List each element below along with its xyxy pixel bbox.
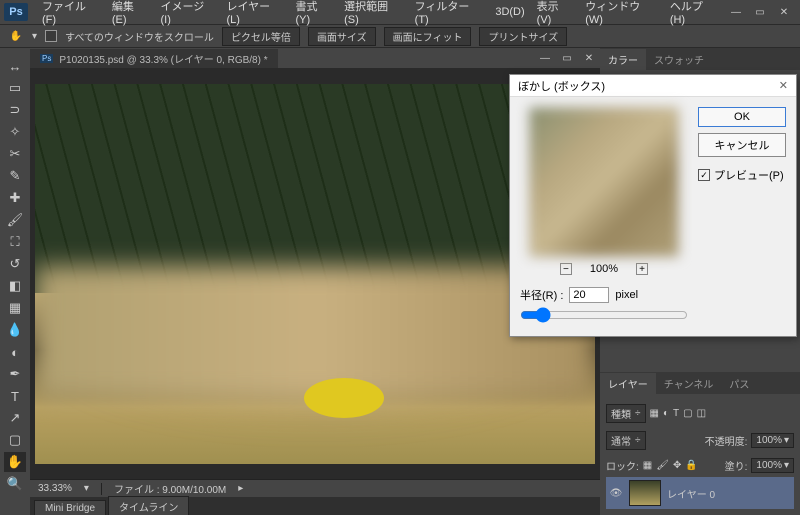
eraser-tool-icon[interactable]: ◧ (4, 276, 26, 296)
filter-shape-icon[interactable]: ▢ (683, 408, 692, 419)
channels-tab[interactable]: チャンネル (656, 373, 722, 394)
fill-field[interactable]: 100% ▾ (751, 458, 794, 473)
file-size: ファイル : 9.00M/10.00M (114, 481, 226, 496)
menu-file[interactable]: ファイル(F) (36, 0, 106, 26)
minimize-icon[interactable]: — (724, 4, 748, 20)
swatches-tab[interactable]: スウォッチ (646, 49, 712, 70)
stamp-tool-icon[interactable]: ⛶ (4, 232, 26, 252)
radius-slider[interactable] (520, 307, 688, 323)
status-bar: 33.33% ▾ ファイル : 9.00M/10.00M ▸ (30, 479, 600, 497)
box-blur-dialog: ぼかし (ボックス) ✕ − 100% + 半径(R) : pixel OK キ… (509, 74, 797, 337)
menu-image[interactable]: イメージ(I) (154, 0, 220, 26)
menu-type[interactable]: 書式(Y) (290, 0, 339, 26)
menu-view[interactable]: 表示(V) (531, 0, 580, 26)
scroll-all-checkbox[interactable] (45, 30, 57, 42)
fit-screen-button[interactable]: 画面サイズ (308, 27, 376, 46)
marquee-tool-icon[interactable]: ▭ (4, 78, 26, 98)
radius-label: 半径(R) : (520, 287, 563, 303)
menu-select[interactable]: 選択範囲(S) (338, 0, 409, 26)
options-bar: ✋ ▾ すべてのウィンドウをスクロール ピクセル等倍 画面サイズ 画面にフィット… (0, 24, 800, 48)
timeline-tab[interactable]: タイムライン (108, 496, 189, 515)
eyedropper-tool-icon[interactable]: ✎ (4, 166, 26, 186)
menu-layer[interactable]: レイヤー(L) (221, 0, 290, 26)
move-tool-icon[interactable]: ↔ (4, 56, 26, 76)
zoom-level[interactable]: 33.33% (38, 483, 72, 494)
visibility-icon[interactable]: 👁 (609, 488, 623, 499)
fill-label: 塗り: (725, 458, 748, 473)
menu-filter[interactable]: フィルター(T) (409, 0, 490, 26)
layer-name[interactable]: レイヤー 0 (667, 486, 715, 501)
menu-3d[interactable]: 3D(D) (489, 6, 530, 18)
menu-help[interactable]: ヘルプ(H) (664, 0, 724, 26)
lock-label: ロック: (606, 458, 639, 473)
gradient-tool-icon[interactable]: ▦ (4, 298, 26, 318)
hand-tool-icon[interactable]: ✋ (4, 452, 26, 472)
paths-tab[interactable]: パス (721, 373, 757, 394)
ok-button[interactable]: OK (698, 107, 786, 127)
zoom-in-icon[interactable]: + (636, 263, 648, 275)
filter-adjust-icon[interactable]: ◐ (663, 408, 669, 419)
menu-bar: Ps ファイル(F) 編集(E) イメージ(I) レイヤー(L) 書式(Y) 選… (0, 0, 800, 24)
print-size-button[interactable]: プリントサイズ (479, 27, 567, 46)
cancel-button[interactable]: キャンセル (698, 133, 786, 157)
document-title: P1020135.psd @ 33.3% (レイヤー 0, RGB/8) * (59, 51, 267, 66)
fill-screen-button[interactable]: 画面にフィット (384, 27, 472, 46)
filter-type-icon[interactable]: T (673, 408, 679, 419)
zoom-out-icon[interactable]: − (560, 263, 572, 275)
layer-thumbnail[interactable] (629, 480, 661, 506)
lock-paint-icon[interactable]: 🖌 (656, 460, 669, 471)
history-brush-icon[interactable]: ↺ (4, 254, 26, 274)
brush-tool-icon[interactable]: 🖌 (4, 210, 26, 230)
lock-position-icon[interactable]: ✥ (673, 460, 681, 471)
dialog-close-icon[interactable]: ✕ (779, 79, 788, 92)
preview-checkbox[interactable]: ✓ (698, 169, 710, 181)
preview-zoom: 100% (590, 263, 618, 275)
filter-smart-icon[interactable]: ◫ (697, 408, 706, 419)
lock-transparency-icon[interactable]: ▦ (643, 460, 652, 471)
path-tool-icon[interactable]: ↗ (4, 408, 26, 428)
actual-pixels-button[interactable]: ピクセル等倍 (222, 27, 300, 46)
doc-minimize-icon[interactable]: — (534, 49, 556, 67)
healing-tool-icon[interactable]: ✚ (4, 188, 26, 208)
radius-unit: pixel (615, 289, 638, 301)
close-icon[interactable]: ✕ (772, 4, 796, 20)
filter-pixel-icon[interactable]: ▦ (650, 408, 659, 419)
app-logo: Ps (4, 3, 28, 21)
menu-edit[interactable]: 編集(E) (106, 0, 155, 26)
preview-label: プレビュー(P) (714, 167, 784, 183)
ps-file-icon: Ps (40, 54, 53, 63)
maximize-icon[interactable]: ▭ (748, 4, 772, 20)
hand-tool-icon[interactable]: ✋ (8, 28, 24, 44)
filter-preview[interactable] (529, 107, 679, 257)
doc-maximize-icon[interactable]: ▭ (556, 49, 578, 67)
document-tab[interactable]: Ps P1020135.psd @ 33.3% (レイヤー 0, RGB/8) … (30, 49, 278, 68)
lock-all-icon[interactable]: 🔒 (685, 460, 697, 471)
lasso-tool-icon[interactable]: ⊃ (4, 100, 26, 120)
wand-tool-icon[interactable]: ✧ (4, 122, 26, 142)
type-tool-icon[interactable]: T (4, 386, 26, 406)
layers-tab[interactable]: レイヤー (600, 373, 656, 394)
crop-tool-icon[interactable]: ✂ (4, 144, 26, 164)
layers-panel: 種類 ÷ ▦ ◐ T ▢ ◫ 通常 ÷ 不透明度: 100% ▾ ロック: ▦ … (600, 394, 800, 515)
zoom-tool-icon[interactable]: 🔍 (4, 474, 26, 494)
blur-tool-icon[interactable]: 💧 (4, 320, 26, 340)
layer-filter-kind[interactable]: 種類 ÷ (606, 404, 646, 423)
radius-input[interactable] (569, 287, 609, 303)
menu-window[interactable]: ウィンドウ(W) (579, 0, 664, 26)
doc-close-icon[interactable]: ✕ (578, 49, 600, 67)
dialog-title: ぼかし (ボックス) (518, 78, 605, 94)
scroll-all-label: すべてのウィンドウをスクロール (65, 29, 214, 44)
dodge-tool-icon[interactable]: ◐ (4, 342, 26, 362)
pen-tool-icon[interactable]: ✒ (4, 364, 26, 384)
blend-mode-select[interactable]: 通常 ÷ (606, 431, 646, 450)
mini-bridge-tab[interactable]: Mini Bridge (34, 500, 106, 515)
color-tab[interactable]: カラー (600, 49, 646, 70)
opacity-field[interactable]: 100% ▾ (751, 433, 794, 448)
toolbox: ↔ ▭ ⊃ ✧ ✂ ✎ ✚ 🖌 ⛶ ↺ ◧ ▦ 💧 ◐ ✒ T ↗ ▢ ✋ 🔍 (0, 48, 30, 515)
shape-tool-icon[interactable]: ▢ (4, 430, 26, 450)
layer-row[interactable]: 👁 レイヤー 0 (606, 477, 794, 509)
opacity-label: 不透明度: (705, 433, 748, 448)
